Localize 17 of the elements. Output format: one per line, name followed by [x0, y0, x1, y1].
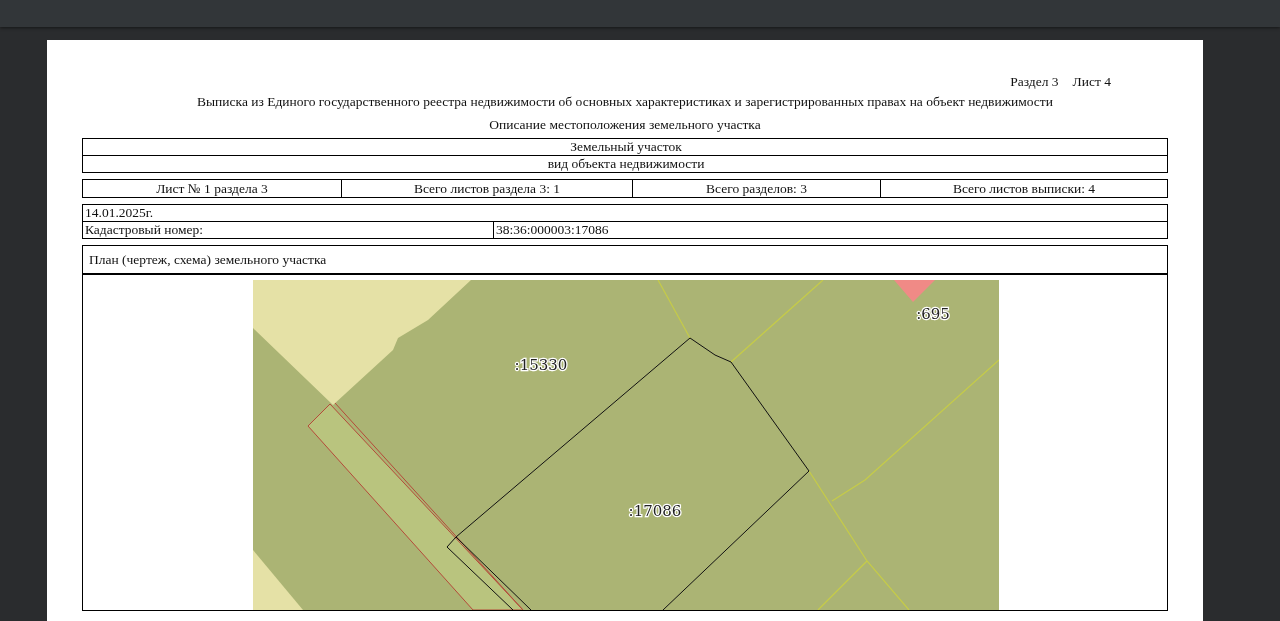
- table-cell: Всего листов раздела 3: 1: [341, 180, 632, 197]
- table-cell-text: Земельный участок: [569, 139, 683, 155]
- table-cell-text: Кадастровый номер:: [84, 222, 205, 238]
- document-subtitle: Описание местоположения земельного участка: [488, 117, 762, 133]
- document-title: Выписка из Единого государственного реестра недвижимости об основных характеристиках и зарегистрированных правах на объект недвижимости: [196, 94, 1054, 110]
- table-cell: План (чертеж, схема) земельного участка: [83, 246, 1167, 275]
- table-cell-text: 14.01.2025г.: [84, 205, 155, 221]
- table-cell: 38:36:000003:17086: [493, 222, 1167, 238]
- sheet-number: Раздел 3: [1010, 74, 1059, 90]
- table-cell: Всего листов выписки: 4: [880, 180, 1167, 197]
- table-cell-text: Лист № 1 раздела 3: [155, 180, 269, 197]
- parcel-label: :15330: [514, 356, 568, 374]
- sheet-number: Лист 4: [1072, 74, 1111, 90]
- parcel-label: :17086: [628, 502, 682, 520]
- table-cell: вид объекта недвижимости: [83, 155, 1167, 172]
- parcel-label: :695: [916, 305, 950, 323]
- table-cell: Всего разделов: 3: [632, 180, 880, 197]
